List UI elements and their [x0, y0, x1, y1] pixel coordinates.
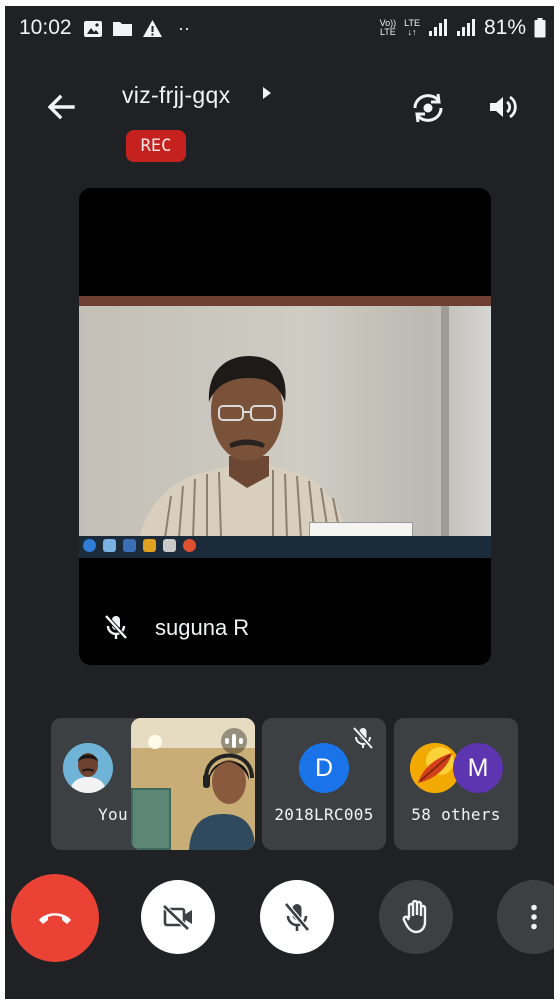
raise-hand-button[interactable] [379, 880, 453, 954]
end-call-button[interactable] [11, 874, 99, 962]
audio-level-bar [225, 738, 229, 744]
status-right: Vo)) LTE LTE ↓↑ 81% [380, 16, 546, 40]
more-notifications: ·· [178, 18, 190, 38]
more-vert-icon [531, 904, 537, 930]
battery-icon [534, 18, 546, 38]
camera-toggle-button[interactable] [141, 880, 215, 954]
avatar: D [299, 743, 349, 793]
camera-flip-icon [413, 93, 443, 123]
start-button [83, 539, 96, 552]
image-icon [84, 20, 102, 37]
participant-tile-2018lrc005[interactable]: D 2018LRC005 [262, 718, 386, 850]
taskbar-app-3 [143, 539, 156, 552]
signal-icon-2 [456, 19, 475, 36]
arrow-back-icon [47, 94, 75, 120]
more-options-button[interactable] [497, 880, 554, 954]
volume-up-icon [490, 95, 517, 119]
participant-name: 58 others [411, 805, 501, 824]
play-arrow-icon [263, 87, 271, 99]
mic-off-icon [284, 902, 310, 932]
participant-mute-indicator [352, 726, 374, 755]
switch-camera-button[interactable] [410, 92, 446, 129]
status-time: 10:02 [19, 16, 72, 39]
recording-badge: REC [126, 130, 186, 162]
taskbar-app-1 [103, 539, 116, 552]
audio-output-button[interactable] [488, 94, 518, 125]
call-end-icon [39, 913, 71, 924]
main-tile-name: suguna R [155, 615, 250, 640]
meeting-code[interactable]: viz-frjj-gqx [122, 82, 230, 109]
signal-icon [428, 19, 447, 36]
avatar: M [453, 743, 503, 793]
mic-off-icon [104, 614, 128, 640]
audio-level-bar [239, 738, 243, 744]
taskbar-app-2 [123, 539, 136, 552]
audio-level-bar [232, 734, 236, 748]
main-tile-mic-status [103, 613, 129, 646]
main-video-tile[interactable]: suguna R [79, 188, 491, 665]
videocam-off-icon [162, 904, 192, 931]
battery-percent: 81% [483, 16, 526, 39]
mic-off-icon [352, 726, 374, 750]
mic-toggle-button[interactable] [260, 880, 334, 954]
notification-icons: ·· [83, 18, 190, 39]
participant-tile-video[interactable] [131, 718, 255, 850]
meeting-details-button[interactable] [261, 86, 273, 105]
windows-taskbar [79, 536, 491, 558]
participant-tile-others[interactable]: M 58 others [394, 718, 518, 850]
avatar [63, 743, 113, 793]
video-top-bar [79, 296, 491, 306]
folder-icon [113, 22, 132, 36]
data-indicator: LTE ↓↑ [404, 19, 420, 37]
speaking-indicator [221, 728, 247, 754]
taskbar-app-4 [163, 539, 176, 552]
shared-video-feed [79, 296, 491, 558]
data-arrows: ↓↑ [407, 27, 417, 37]
volte-indicator: Vo)) LTE [380, 19, 397, 37]
lte-text: LTE [379, 27, 396, 37]
taskbar-app-5 [183, 539, 196, 552]
presenter-figure [139, 356, 349, 538]
warning-icon [143, 20, 162, 37]
meet-screen: 10:02 ·· Vo)) LTE LTE ↓↑ 81% viz-frjj-gq… [5, 6, 554, 999]
hand-icon [402, 900, 427, 934]
status-bar: 10:02 ·· Vo)) LTE LTE ↓↑ 81% [5, 6, 554, 48]
back-button[interactable] [47, 94, 75, 125]
participant-name: 2018LRC005 [274, 805, 374, 824]
profile-photo [63, 743, 113, 793]
